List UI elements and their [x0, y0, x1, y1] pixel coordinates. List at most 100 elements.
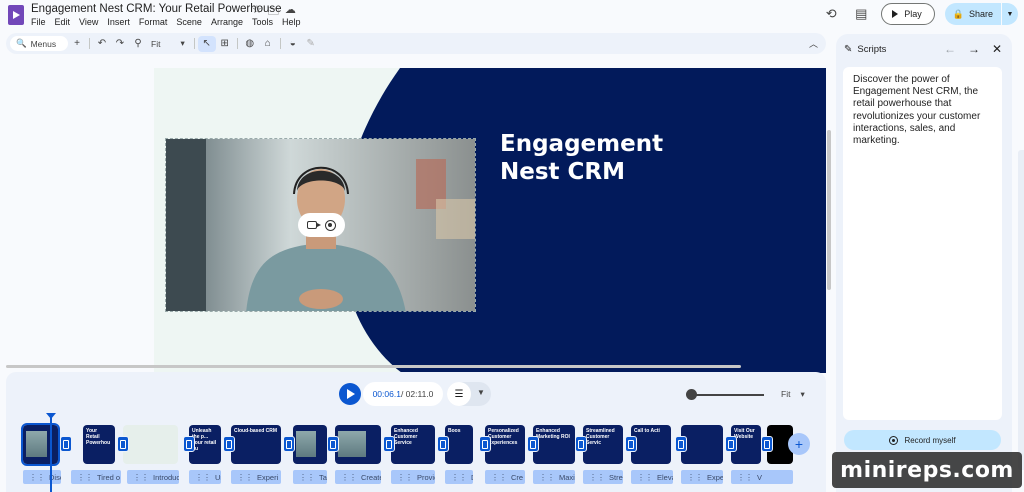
share-options-caret-icon[interactable]: ▼: [1002, 3, 1018, 25]
camera-icon[interactable]: [307, 221, 321, 229]
script-caption-chip[interactable]: ⋮⋮ Introducin: [127, 470, 179, 484]
transition-icon[interactable]: [675, 436, 687, 452]
track-options[interactable]: ☰ ▼: [447, 382, 491, 406]
script-caption-text: V: [757, 472, 763, 482]
record-icon[interactable]: [325, 219, 336, 231]
comments-icon[interactable]: ▤: [851, 4, 871, 24]
script-caption-text: Cre: [511, 472, 524, 482]
scene-thumbnail[interactable]: Boos: [445, 425, 473, 464]
timeline-play-button[interactable]: [339, 383, 361, 405]
scene-thumbnail[interactable]: [21, 423, 60, 466]
script-caption-chip[interactable]: ⋮⋮ Un: [189, 470, 221, 484]
timeline-zoom-knob[interactable]: [686, 389, 697, 400]
transition-icon[interactable]: [527, 436, 539, 452]
transition-icon[interactable]: [383, 436, 395, 452]
script-caption-chip[interactable]: ⋮⋮ Experi: [231, 470, 281, 484]
scene-thumbnail[interactable]: Enhanced Marketing ROI: [533, 425, 575, 464]
script-caption-chip[interactable]: ⋮⋮ Stre: [583, 470, 623, 484]
script-text-area[interactable]: Discover the power of Engagement Nest CR…: [843, 67, 1002, 420]
scene-thumbnail[interactable]: Enhanced Customer Service: [391, 425, 435, 464]
collapse-toolbar-chevron-icon[interactable]: ︿: [809, 37, 818, 50]
transition-icon[interactable]: [183, 436, 195, 452]
timeline-zoom-slider[interactable]: [690, 394, 764, 396]
previous-scene-arrow-icon[interactable]: ←: [944, 42, 956, 56]
new-scene-plus-icon[interactable]: +: [68, 36, 86, 52]
scene-thumbnail[interactable]: Your Retail Powerhou: [83, 425, 115, 464]
script-caption-text: Un: [215, 472, 221, 482]
scene-thumbnail[interactable]: [123, 425, 178, 464]
menu-file[interactable]: File: [31, 17, 46, 27]
menu-insert[interactable]: Insert: [107, 17, 130, 27]
close-icon[interactable]: ✕: [992, 42, 1002, 56]
menu-format[interactable]: Format: [139, 17, 168, 27]
vertical-scrollbar[interactable]: [827, 130, 831, 290]
script-caption-chip[interactable]: ⋮⋮ Di: [445, 470, 473, 484]
scene-thumbnail[interactable]: [335, 425, 381, 464]
script-caption-chip[interactable]: ⋮⋮Disco: [23, 470, 61, 484]
presenter-video[interactable]: [165, 138, 476, 312]
horizontal-scrollbar[interactable]: [6, 365, 741, 368]
transition-icon[interactable]: [725, 436, 737, 452]
menu-arrange[interactable]: Arrange: [211, 17, 243, 27]
tracks-icon[interactable]: ☰: [447, 382, 471, 406]
scene-thumbnail[interactable]: Cloud-based CRM: [231, 425, 281, 464]
transition-icon[interactable]: [223, 436, 235, 452]
paint-format-icon[interactable]: ⌂: [259, 36, 277, 52]
slide-headline[interactable]: Engagement Nest CRM: [500, 130, 663, 186]
version-history-icon[interactable]: ⟲: [821, 4, 841, 24]
vids-logo-icon[interactable]: [8, 5, 24, 25]
add-scene-plus-icon[interactable]: +: [788, 433, 810, 455]
share-button[interactable]: 🔒 Share: [945, 3, 1002, 25]
audio-wave-icon: ⋮⋮: [451, 472, 467, 482]
script-caption-chip[interactable]: ⋮⋮ Tak: [293, 470, 327, 484]
fill-color-icon[interactable]: ◒: [284, 36, 302, 52]
transition-icon[interactable]: [437, 436, 449, 452]
theme-palette-icon[interactable]: ◍: [241, 36, 259, 52]
transition-icon[interactable]: [761, 436, 773, 452]
transition-icon[interactable]: [479, 436, 491, 452]
slide-canvas[interactable]: Engagement Nest CRM: [154, 68, 826, 373]
scene-thumbnail[interactable]: [681, 425, 723, 464]
play-button[interactable]: Play: [881, 3, 935, 25]
transition-icon[interactable]: [283, 436, 295, 452]
playhead[interactable]: [46, 413, 56, 492]
next-scene-arrow-icon[interactable]: →: [968, 42, 980, 56]
transition-icon[interactable]: [625, 436, 637, 452]
scene-thumbnail[interactable]: Personalized Customer Experiences: [485, 425, 525, 464]
track-options-caret-icon[interactable]: ▼: [477, 388, 485, 397]
transition-icon[interactable]: [117, 436, 129, 452]
redo-icon[interactable]: ↷: [111, 36, 129, 52]
script-caption-chip[interactable]: ⋮⋮ V: [731, 470, 793, 484]
select-cursor-icon[interactable]: ↖: [197, 35, 216, 52]
script-caption-chip[interactable]: ⋮⋮ Maxim: [533, 470, 575, 484]
script-caption-chip[interactable]: ⋮⋮ Cre: [485, 470, 525, 484]
undo-icon[interactable]: ↶: [93, 36, 111, 52]
menu-edit[interactable]: Edit: [55, 17, 71, 27]
script-caption-text: Elevat: [657, 472, 673, 482]
transition-icon[interactable]: [60, 436, 72, 452]
menu-scene[interactable]: Scene: [176, 17, 202, 27]
timeline-fit-select[interactable]: Fit ▾: [781, 389, 805, 400]
comment-add-icon[interactable]: ⊞: [216, 36, 234, 52]
border-color-icon[interactable]: ✎: [302, 36, 320, 52]
script-caption-chip[interactable]: ⋮⋮ Elevat: [631, 470, 673, 484]
document-title[interactable]: Engagement Nest CRM: Your Retail Powerho…: [31, 3, 282, 15]
record-myself-button[interactable]: Record myself: [844, 430, 1001, 450]
scene-thumbnail[interactable]: Call to Acti: [631, 425, 671, 464]
zoom-select[interactable]: Fit ▾: [147, 38, 191, 49]
menu-view[interactable]: View: [79, 17, 98, 27]
scene-thumbnail[interactable]: Streamlined Customer Servic: [583, 425, 623, 464]
audio-wave-icon: ⋮⋮: [341, 472, 357, 482]
script-caption-chip[interactable]: ⋮⋮ Expe: [681, 470, 723, 484]
transition-icon[interactable]: [575, 436, 587, 452]
script-caption-chip[interactable]: ⋮⋮ Tired o: [71, 470, 121, 484]
zoom-icon[interactable]: ⚲: [129, 36, 147, 52]
menu-tools[interactable]: Tools: [252, 17, 273, 27]
scene-thumbnail[interactable]: [293, 425, 327, 464]
transition-icon[interactable]: [327, 436, 339, 452]
script-caption-chip[interactable]: ⋮⋮ Create: [335, 470, 381, 484]
script-caption-chip[interactable]: ⋮⋮ Provid: [391, 470, 435, 484]
script-caption-text: Maxim: [559, 472, 575, 482]
menu-search[interactable]: 🔍 Menus: [10, 36, 68, 51]
menu-help[interactable]: Help: [282, 17, 301, 27]
